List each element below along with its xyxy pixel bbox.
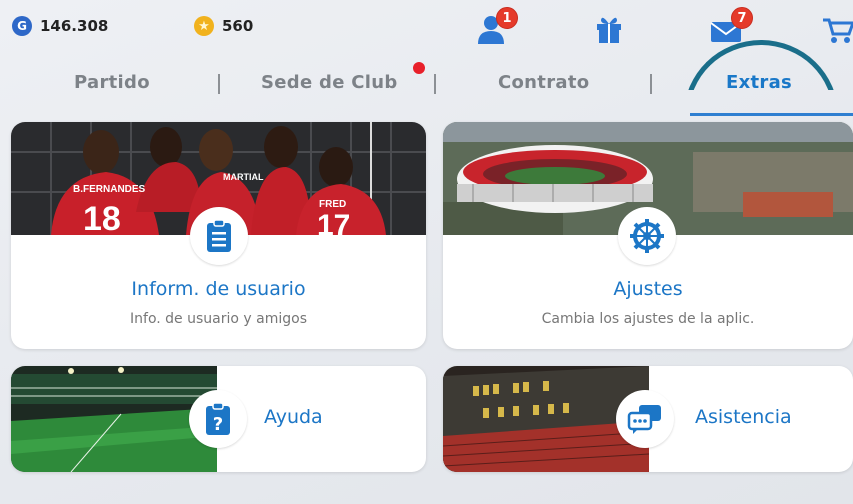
mail-button[interactable]: 7 [709, 7, 753, 44]
gp-icon: G [12, 16, 32, 36]
active-tab-underline [690, 113, 853, 116]
help-icon: ? [206, 402, 230, 435]
tab-separator [434, 74, 436, 94]
user-info-icon-button [190, 207, 248, 265]
jersey-number: 18 [83, 200, 121, 235]
tab-notification-dot [413, 62, 425, 74]
user-info-title: Inform. de usuario [131, 278, 306, 300]
gift-button[interactable] [592, 14, 626, 44]
tab-separator [218, 74, 220, 94]
tab-separator [650, 74, 652, 94]
coins-value: 560 [222, 17, 254, 35]
help-icon-button: ? [189, 390, 247, 448]
gear-icon [630, 219, 664, 253]
jersey-name: MARTIAL [223, 172, 264, 182]
settings-card[interactable]: Ajustes Cambia los ajustes de la aplic. [443, 122, 853, 349]
jersey-name: B.FERNANDES [73, 184, 146, 195]
gp-balance: G 146.308 [12, 16, 108, 36]
tab-contrato[interactable]: Contrato [498, 72, 589, 93]
gift-icon [597, 17, 621, 43]
document-icon [207, 219, 231, 252]
support-icon-button [616, 390, 674, 448]
tab-partido[interactable]: Partido [74, 72, 150, 93]
user-info-subtitle: Info. de usuario y amigos [130, 311, 307, 327]
shop-button[interactable] [821, 14, 853, 44]
jersey-number: 17 [317, 209, 350, 235]
support-title: Asistencia [695, 406, 792, 428]
friends-button[interactable]: 1 [474, 7, 518, 44]
settings-title: Ajustes [613, 278, 683, 300]
friends-badge: 1 [496, 7, 518, 29]
settings-subtitle: Cambia los ajustes de la aplic. [541, 311, 755, 327]
top-bar: G 146.308 ★ 560 1 7 [0, 0, 853, 54]
settings-icon-button [618, 207, 676, 265]
support-card[interactable]: Asistencia [443, 366, 853, 472]
tab-sede-de-club[interactable]: Sede de Club [261, 72, 398, 93]
svg-text:?: ? [213, 414, 223, 435]
mail-badge: 7 [731, 7, 753, 29]
pitch-photo [11, 366, 217, 472]
help-card[interactable]: ? Ayuda [11, 366, 426, 472]
help-title: Ayuda [264, 406, 323, 428]
gp-value: 146.308 [40, 17, 109, 35]
coins-balance: ★ 560 [194, 16, 253, 36]
coin-icon: ★ [194, 16, 214, 36]
cart-icon [823, 18, 853, 43]
chat-icon [627, 405, 661, 434]
user-info-card[interactable]: B.FERNANDES 18 MARTIAL FRED 17 Inform. d… [11, 122, 426, 349]
